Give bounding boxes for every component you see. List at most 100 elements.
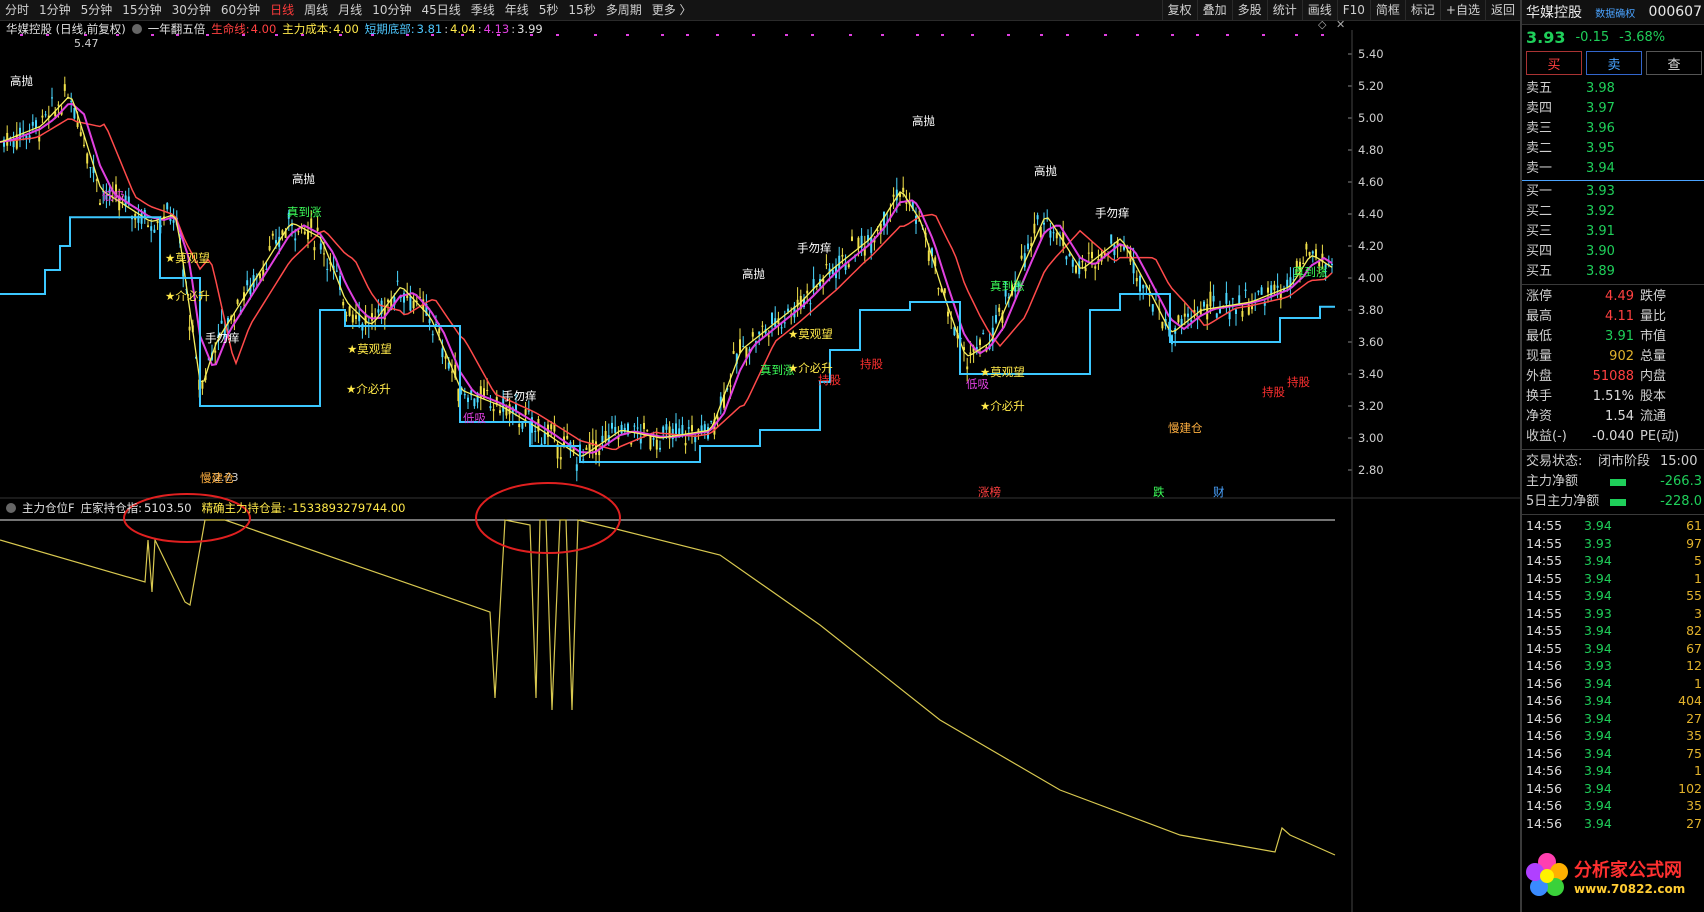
toolbar-button[interactable]: +自选 [1439,0,1485,20]
toolbar-button[interactable]: 叠加 [1196,0,1232,20]
period-tab[interactable]: 周线 [299,0,333,20]
period-tab[interactable]: 45日线 [416,0,465,20]
period-tab[interactable]: 60分钟 [216,0,265,20]
info-mark[interactable]: 跌 [1153,485,1165,499]
candle-body [876,230,879,232]
flower-logo-icon [1526,853,1568,896]
chart-signal-label: 手勿痒 [1095,206,1130,220]
candle-body [83,144,85,146]
sub-settings-icon[interactable] [6,503,16,513]
book-level: 买一 [1526,184,1553,199]
book-row[interactable]: 卖五 3.98 [1522,79,1704,99]
period-tab[interactable]: 更多 〉 [647,0,697,20]
candle-body [1225,292,1228,304]
toolbar-button[interactable]: 返回 [1484,0,1520,20]
period-tab[interactable]: 15分钟 [117,0,166,20]
period-tab[interactable]: 年线 [500,0,534,20]
book-row[interactable]: 买一 3.93 [1522,182,1704,202]
tick-list[interactable]: 14:55 3.94 61 14:55 3.93 97 14:55 3.94 5 14:55 3.9… [1522,517,1704,832]
indicator-settings-icon[interactable] [131,24,142,34]
book-row[interactable]: 卖二 3.95 [1522,139,1704,159]
period-tab[interactable]: 15秒 [563,0,600,20]
candle-body [51,97,53,99]
period-tab[interactable]: 5分钟 [76,0,118,20]
buy-button[interactable]: 买 [1526,51,1582,75]
candle-body [998,307,1001,312]
indicator-name[interactable]: 一年翻五倍 [148,21,206,37]
candle-body [758,331,761,335]
toolbar-button[interactable]: 简框 [1369,0,1405,20]
candle-body [809,303,812,305]
info-mark[interactable]: 涨榜 [978,485,1001,499]
candle-body [1055,233,1058,239]
stat-label: 外盘 [1526,369,1553,384]
candle-body [505,406,508,416]
candle-body [435,324,437,326]
toolbar-button[interactable]: 标记 [1404,0,1440,20]
stat-label: 现量 [1526,349,1553,364]
candle-body [543,433,546,444]
book-row[interactable]: 买四 3.90 [1522,242,1704,262]
period-tab[interactable]: 5秒 [534,0,564,20]
chart-signal-label: 真到涨 [990,279,1025,293]
sub-indicator-name[interactable]: 主力仓位F [22,500,75,516]
chart-signal-label: 真到涨 [1293,265,1328,279]
book-level: 卖一 [1526,161,1553,176]
tick-time: 14:56 [1526,710,1563,726]
chart-signal-label: 高抛 [10,74,33,88]
tick-time: 14:55 [1526,570,1563,586]
chart-canvas[interactable]: 5.40 5.20 5.00 4.80 4.60 4.40 4.20 4.00 3.80 3.60… [0,20,1520,912]
candle-body [147,225,149,228]
chart-signal-label: 手勿痒 [205,331,240,345]
data-tag[interactable]: 数据确权 [1595,5,1635,20]
candle-body [371,313,373,321]
period-tab[interactable]: 30分钟 [167,0,216,20]
candle-body [1203,301,1205,307]
book-row[interactable]: 买二 3.92 [1522,202,1704,222]
sell-button[interactable]: 卖 [1586,51,1642,75]
sub-legend: 主力仓位F 庄家持仓指: 5103.50 精确主力持仓量: -153389327… [6,500,406,516]
toolbar-button[interactable]: 统计 [1266,0,1302,20]
candle-body [1273,284,1276,291]
kline-chart-panel[interactable]: 5.40 5.20 5.00 4.80 4.60 4.40 4.20 4.00 3.80 3.60… [0,20,1520,912]
book-price: 3.98 [1586,81,1615,96]
toolbar-button[interactable]: 画线 [1301,0,1337,20]
book-level: 卖五 [1526,81,1553,96]
candle-body [438,328,441,334]
candle-body [620,424,623,434]
period-tab[interactable]: 多周期 [601,0,647,20]
book-row[interactable]: 卖四 3.97 [1522,99,1704,119]
chart-signal-label: 持股 [1262,385,1285,399]
chart-options-icon[interactable]: ◇ [1318,20,1327,31]
price-tick-label: 3.40 [1358,367,1384,381]
toolbar-button[interactable]: 多股 [1231,0,1267,20]
price-tick-label: 3.60 [1358,335,1384,349]
candle-body [86,153,89,164]
toolbar-button[interactable]: 复权 [1161,0,1197,20]
candle-body [591,439,594,446]
book-row[interactable]: 买三 3.91 [1522,222,1704,242]
info-mark[interactable]: 财 [1213,485,1225,499]
tick-volume: 1 [1694,763,1702,778]
stat-value: 902 [1609,349,1634,364]
tick-time: 14:55 [1526,518,1563,533]
candle-body [236,299,239,304]
book-price: 3.89 [1586,264,1615,279]
period-tab[interactable]: 日线 [265,0,299,20]
period-tab[interactable]: 10分钟 [367,0,416,20]
tick-volume: 35 [1686,798,1702,813]
book-row[interactable]: 卖三 3.96 [1522,119,1704,139]
candle-body [313,247,316,251]
period-tab[interactable]: 月线 [333,0,367,20]
candle-body [351,314,354,323]
book-row[interactable]: 买五 3.89 [1522,262,1704,282]
period-tab[interactable]: 分时 [0,0,34,20]
book-row[interactable]: 卖一 3.94 [1522,159,1704,179]
check-button[interactable]: 查 [1646,51,1702,75]
period-tab[interactable]: 1分钟 [34,0,76,20]
period-tab[interactable]: 季线 [466,0,500,20]
signal-dot [1295,34,1298,36]
tick-volume: 61 [1686,518,1702,533]
toolbar-button[interactable]: F10 [1336,0,1370,20]
chart-close-icon[interactable]: ✕ [1336,20,1345,31]
